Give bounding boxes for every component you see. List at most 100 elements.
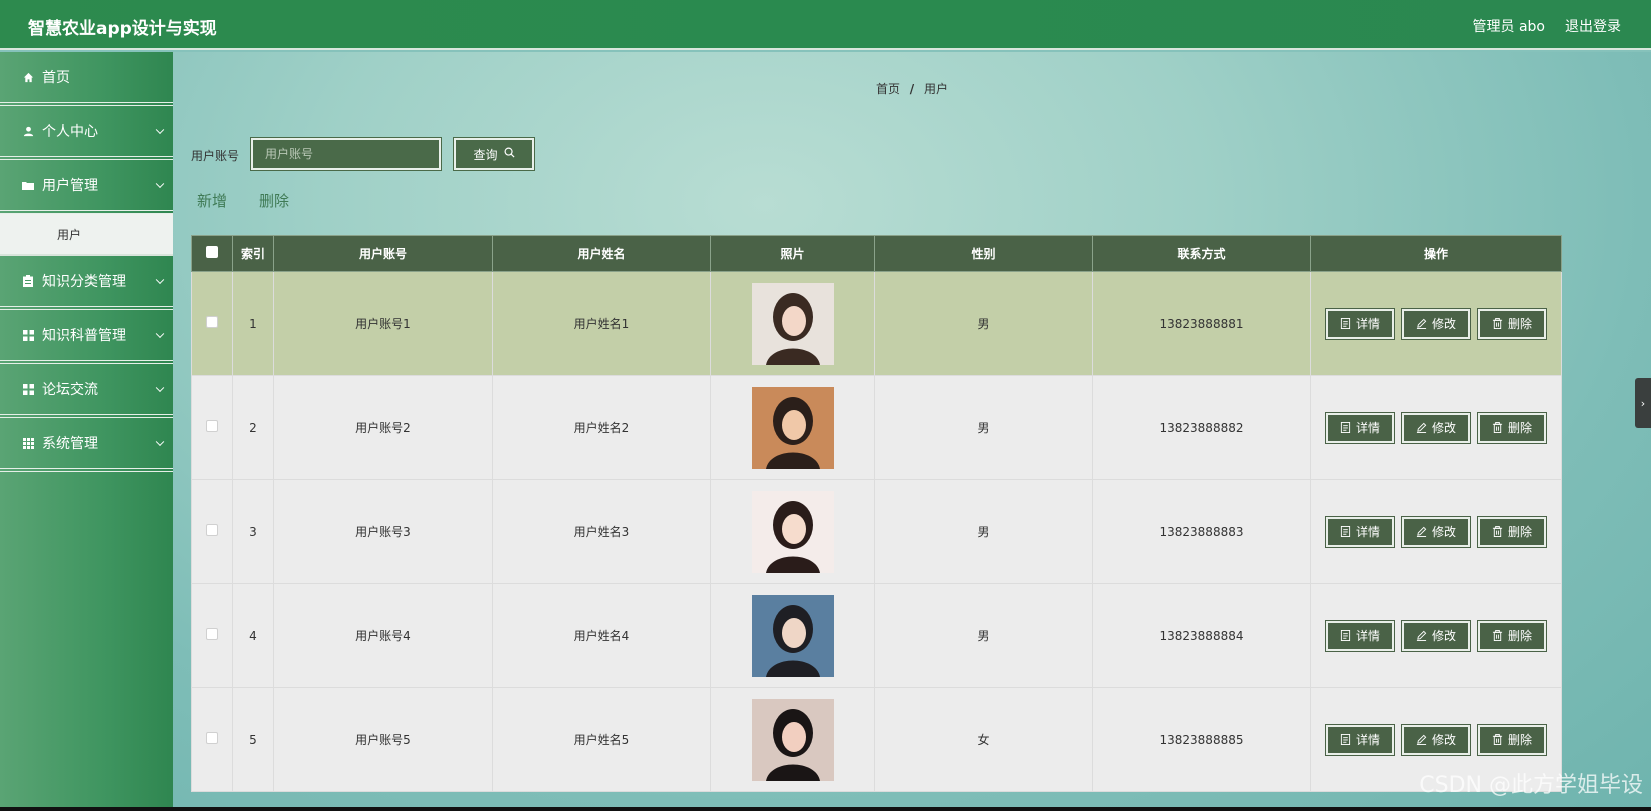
trash-icon: [1492, 526, 1503, 537]
delete-button[interactable]: 删除: [1477, 515, 1547, 548]
pencil-icon: [1416, 422, 1427, 433]
logout-link[interactable]: 退出登录: [1565, 16, 1621, 36]
user-photo: [751, 594, 834, 677]
row-select-cell: [191, 271, 233, 376]
chevron-right-icon: ›: [1640, 396, 1646, 410]
breadcrumb-separator: /: [909, 82, 915, 96]
delete-button-label: 删除: [1507, 629, 1532, 643]
clipboard-icon: [22, 275, 34, 287]
detail-button[interactable]: 详情: [1325, 723, 1395, 756]
row-checkbox[interactable]: [206, 524, 218, 536]
user-icon: [22, 125, 34, 137]
sidebar-subitem-user[interactable]: 用户: [0, 214, 173, 256]
row-select-cell: [191, 479, 233, 584]
app-title: 智慧农业app设计与实现: [28, 19, 217, 39]
detail-button-label: 详情: [1355, 317, 1380, 331]
photo-cell: [710, 375, 875, 480]
photo-cell: [710, 479, 875, 584]
name-cell: 用户姓名2: [492, 375, 711, 480]
photo-cell: [710, 271, 875, 376]
edit-button[interactable]: 修改: [1401, 619, 1471, 652]
edit-button-label: 修改: [1431, 421, 1456, 435]
select-all-checkbox[interactable]: [206, 246, 218, 258]
index-cell: 4: [232, 583, 274, 688]
name-cell: 用户姓名5: [492, 687, 711, 792]
column-header: 性别: [874, 235, 1093, 272]
gender-cell: 男: [874, 479, 1093, 584]
phone-cell: 13823888882: [1092, 375, 1311, 480]
detail-button-label: 详情: [1355, 421, 1380, 435]
edit-button-label: 修改: [1431, 525, 1456, 539]
sidebar-item-home[interactable]: 首页: [0, 52, 173, 106]
add-button[interactable]: 新增: [197, 190, 227, 211]
breadcrumb: 首页 / 用户: [173, 80, 1651, 97]
edit-button[interactable]: 修改: [1401, 515, 1471, 548]
sidebar-item-knowledge-category[interactable]: 知识分类管理: [0, 256, 173, 310]
pencil-icon: [1416, 734, 1427, 745]
trash-icon: [1492, 422, 1503, 433]
select-all-cell: [191, 235, 233, 272]
row-checkbox[interactable]: [206, 732, 218, 744]
detail-button-label: 详情: [1355, 629, 1380, 643]
gender-cell: 男: [874, 271, 1093, 376]
search-icon: [504, 147, 515, 161]
sidebar-item-user-management[interactable]: 用户管理: [0, 160, 173, 214]
column-header: 用户姓名: [492, 235, 711, 272]
side-panel-toggle[interactable]: ›: [1635, 378, 1651, 428]
operations-cell: 详情 修改 删除: [1310, 583, 1562, 688]
sidebar-item-label: 用户管理: [42, 178, 98, 194]
row-select-cell: [191, 375, 233, 480]
search-button[interactable]: 查询: [453, 137, 535, 171]
table-row: 2 用户账号2 用户姓名2 男 13823888882 详情 修改 删除: [191, 375, 1562, 480]
delete-button-label: 删除: [1507, 421, 1532, 435]
delete-button[interactable]: 删除: [1477, 307, 1547, 340]
row-select-cell: [191, 583, 233, 688]
sidebar-item-label: 论坛交流: [42, 382, 98, 398]
table-row: 5 用户账号5 用户姓名5 女 13823888885 详情 修改 删除: [191, 687, 1562, 792]
delete-button[interactable]: 删除: [1477, 411, 1547, 444]
breadcrumb-home[interactable]: 首页: [876, 82, 900, 96]
row-checkbox[interactable]: [206, 420, 218, 432]
sidebar: 首页 个人中心 用户管理 用户 知识分类管理 知识科普管理 论坛交流 系统管理: [0, 52, 173, 811]
row-select-cell: [191, 687, 233, 792]
table-header-row: 索引 用户账号 用户姓名 照片 性别 联系方式 操作: [191, 235, 1562, 272]
chevron-down-icon: [155, 383, 165, 393]
detail-button[interactable]: 详情: [1325, 411, 1395, 444]
sidebar-item-system[interactable]: 系统管理: [0, 418, 173, 472]
delete-button[interactable]: 删除: [1477, 723, 1547, 756]
detail-button[interactable]: 详情: [1325, 515, 1395, 548]
delete-button-label: 删除: [1507, 317, 1532, 331]
delete-button[interactable]: 删除: [1477, 619, 1547, 652]
grid-icon: [22, 383, 34, 395]
delete-button-label: 删除: [1507, 525, 1532, 539]
phone-cell: 13823888884: [1092, 583, 1311, 688]
account-cell: 用户账号2: [273, 375, 493, 480]
sidebar-item-knowledge-science[interactable]: 知识科普管理: [0, 310, 173, 364]
row-checkbox[interactable]: [206, 316, 218, 328]
edit-button[interactable]: 修改: [1401, 307, 1471, 340]
index-cell: 3: [232, 479, 274, 584]
edit-button-label: 修改: [1431, 733, 1456, 747]
edit-button-label: 修改: [1431, 629, 1456, 643]
column-header: 照片: [710, 235, 875, 272]
watermark: CSDN @此方学姐毕设: [1419, 773, 1643, 798]
phone-cell: 13823888885: [1092, 687, 1311, 792]
document-icon: [1340, 422, 1351, 433]
search-label: 用户账号: [191, 149, 240, 163]
delete-batch-button[interactable]: 删除: [259, 190, 289, 211]
photo-cell: [710, 583, 875, 688]
sidebar-item-forum[interactable]: 论坛交流: [0, 364, 173, 418]
edit-button[interactable]: 修改: [1401, 411, 1471, 444]
row-checkbox[interactable]: [206, 628, 218, 640]
edit-button-label: 修改: [1431, 317, 1456, 331]
trash-icon: [1492, 318, 1503, 329]
search-input[interactable]: [250, 137, 442, 171]
detail-button[interactable]: 详情: [1325, 619, 1395, 652]
edit-button[interactable]: 修改: [1401, 723, 1471, 756]
detail-button-label: 详情: [1355, 733, 1380, 747]
account-cell: 用户账号1: [273, 271, 493, 376]
chevron-down-icon: [155, 437, 165, 447]
detail-button[interactable]: 详情: [1325, 307, 1395, 340]
current-user-label[interactable]: 管理员 abo: [1473, 16, 1545, 36]
sidebar-item-personal-center[interactable]: 个人中心: [0, 106, 173, 160]
